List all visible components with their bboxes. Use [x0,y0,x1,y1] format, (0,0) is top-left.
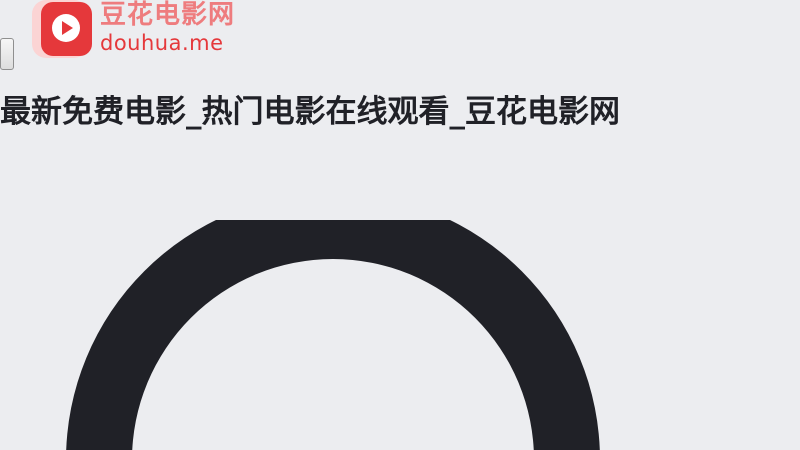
page: 豆花电影网 douhua.me 最新免费电影_热门电影在线观看_豆花电影网 [0,0,800,450]
logo-domain: douhua.me [100,31,224,55]
menu-toggle-button[interactable] [0,38,14,70]
loading-spinner-icon [66,220,600,450]
play-icon [52,14,80,42]
page-title: 最新免费电影_热门电影在线观看_豆花电影网 [0,94,620,130]
site-logo[interactable]: 豆花电影网 douhua.me [32,0,262,60]
logo-name: 豆花电影网 [100,0,236,30]
logo-mark [32,0,92,58]
logo-text: 豆花电影网 douhua.me [100,0,235,56]
